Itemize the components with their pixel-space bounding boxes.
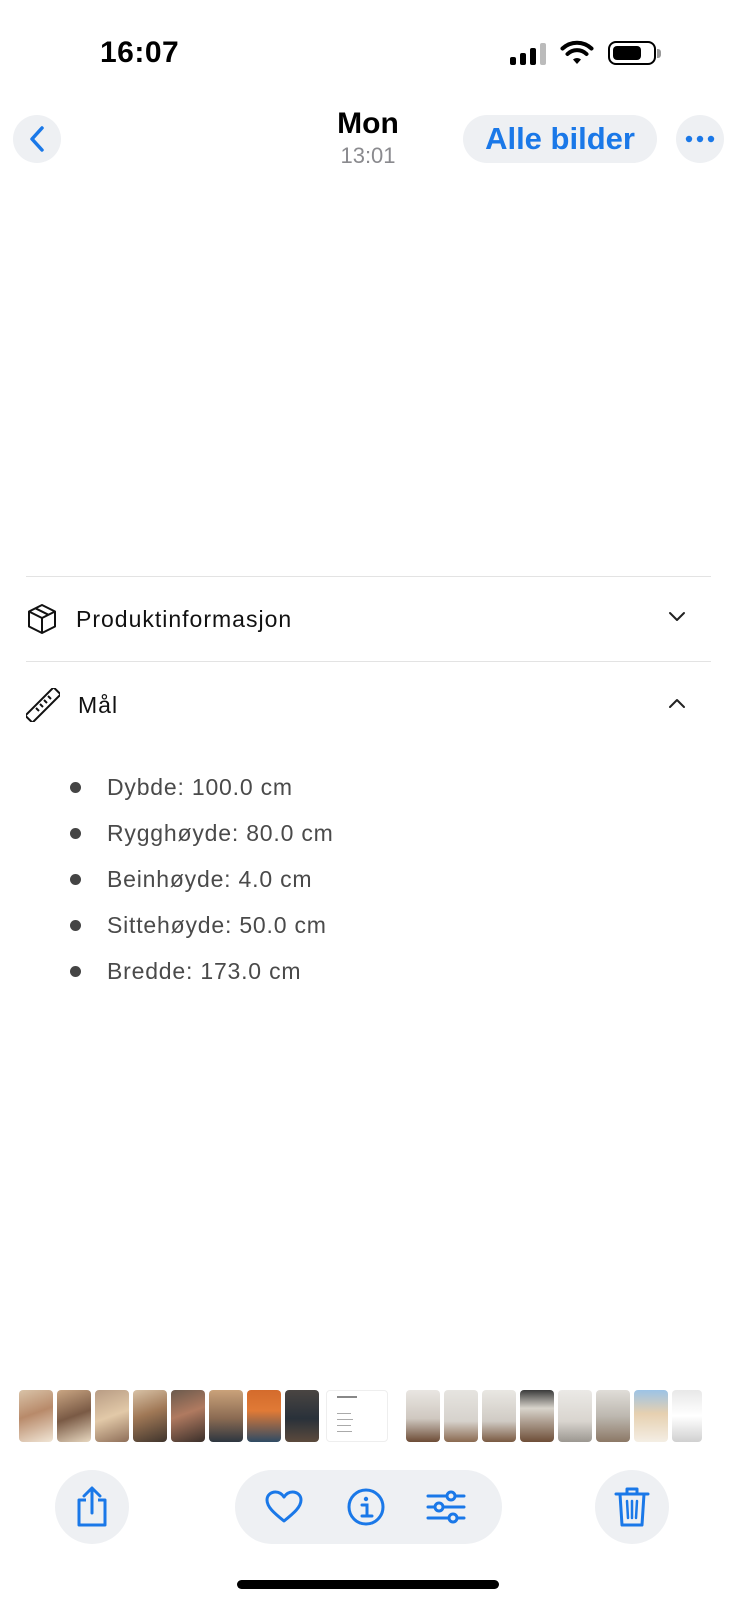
section-product-info: Produktinformasjon: [26, 589, 711, 649]
ruler-icon: [26, 688, 60, 722]
chevron-up-icon: [669, 699, 685, 708]
ellipsis-icon: [685, 135, 715, 143]
list-item: Beinhøyde: 4.0 cm: [60, 862, 334, 908]
list-item: Sittehøyde: 50.0 cm: [60, 908, 334, 954]
thumbnail[interactable]: [520, 1390, 554, 1442]
divider: [26, 661, 711, 662]
heart-icon: [265, 1490, 303, 1523]
action-pill: [235, 1470, 502, 1544]
delete-button[interactable]: [595, 1470, 669, 1544]
section-label: Produktinformasjon: [76, 605, 293, 632]
nav-bar: Mon 13:01 Alle bilder: [0, 105, 736, 185]
edit-button[interactable]: [424, 1485, 468, 1529]
all-photos-button[interactable]: Alle bilder: [463, 115, 657, 163]
thumbnail[interactable]: [95, 1390, 129, 1442]
trash-icon: [614, 1487, 650, 1527]
thumbnail[interactable]: [482, 1390, 516, 1442]
chevron-left-icon: [30, 126, 44, 152]
bottom-toolbar: [0, 1470, 736, 1544]
filmstrip[interactable]: [0, 1390, 736, 1442]
thumbnail[interactable]: [171, 1390, 205, 1442]
cellular-signal-icon: [510, 41, 546, 65]
thumbnail[interactable]: [558, 1390, 592, 1442]
thumbnail[interactable]: [209, 1390, 243, 1442]
thumbnail[interactable]: [247, 1390, 281, 1442]
thumbnail[interactable]: [57, 1390, 91, 1442]
divider: [26, 576, 711, 577]
info-button[interactable]: [344, 1485, 388, 1529]
favorite-button[interactable]: [262, 1485, 306, 1529]
thumbnail[interactable]: [19, 1390, 53, 1442]
status-icons: [510, 40, 661, 66]
measurements-list: Dybde: 100.0 cm Rygghøyde: 80.0 cm Beinh…: [60, 770, 334, 1000]
list-item: Dybde: 100.0 cm: [60, 770, 334, 816]
thumbnail[interactable]: [444, 1390, 478, 1442]
thumbnail[interactable]: [133, 1390, 167, 1442]
list-item: Rygghøyde: 80.0 cm: [60, 816, 334, 862]
section-label: Mål: [78, 691, 119, 718]
back-button[interactable]: [13, 115, 61, 163]
thumbnail[interactable]: [285, 1390, 319, 1442]
thumbnail-selected[interactable]: [326, 1390, 388, 1442]
status-time: 16:07: [100, 36, 180, 69]
share-button[interactable]: [55, 1470, 129, 1544]
thumbnail[interactable]: [634, 1390, 668, 1442]
list-item: Bredde: 173.0 cm: [60, 954, 334, 1000]
section-dimensions: Mål: [26, 675, 711, 735]
wifi-icon: [560, 40, 594, 64]
status-bar: 16:07: [0, 0, 736, 100]
thumbnail[interactable]: [672, 1390, 702, 1442]
thumbnail[interactable]: [406, 1390, 440, 1442]
more-button[interactable]: [676, 115, 724, 163]
photo-viewer[interactable]: Produktinformasjon Mål Dybde: 100.0 cm R…: [0, 190, 736, 1370]
share-icon: [77, 1486, 107, 1527]
info-icon: [347, 1488, 385, 1526]
home-indicator[interactable]: [237, 1580, 499, 1589]
box-icon: [28, 604, 56, 634]
sliders-icon: [426, 1490, 466, 1524]
thumbnail[interactable]: [596, 1390, 630, 1442]
chevron-down-icon: [669, 612, 685, 621]
battery-icon: [608, 41, 661, 65]
